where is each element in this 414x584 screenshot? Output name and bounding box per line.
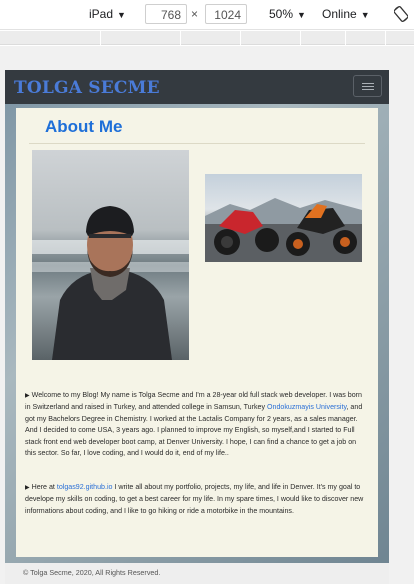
ruler-divider	[240, 31, 241, 45]
hamburger-icon	[362, 89, 374, 90]
university-link[interactable]: Ondokuzmayis University	[267, 403, 347, 411]
chevron-down-icon: ▼	[117, 10, 126, 20]
height-input[interactable]: 1024	[205, 4, 247, 24]
footer: © Tolga Secme, 2020, All Rights Reserved…	[5, 563, 389, 584]
rotate-icon[interactable]	[394, 6, 408, 22]
device-label: iPad	[89, 7, 114, 21]
dimension-separator: ×	[191, 7, 199, 21]
play-icon: ▶	[25, 393, 30, 399]
ruler-divider	[385, 31, 386, 45]
about-card: About Me ▶ Welcome to my Blog! My name i…	[16, 108, 378, 557]
device-select[interactable]: iPad ▼	[89, 7, 126, 21]
chevron-down-icon: ▼	[297, 10, 306, 20]
page-title: About Me	[45, 117, 123, 136]
github-pages-link[interactable]: tolgas92.github.io	[57, 483, 113, 491]
ruler-divider	[300, 31, 301, 45]
portrait-image	[32, 206, 189, 360]
play-icon: ▶	[25, 485, 30, 491]
zoom-label: 50%	[269, 7, 294, 21]
profile-photo	[32, 150, 189, 360]
devtools-device-toolbar: iPad ▼ 768 × 1024 50% ▼ Online ▼	[0, 0, 414, 30]
copyright-text: © Tolga Secme, 2020, All Rights Reserved…	[23, 568, 161, 577]
ruler-divider	[180, 31, 181, 45]
network-throttle-select[interactable]: Online ▼	[322, 7, 370, 21]
ruler-divider	[345, 31, 346, 45]
hamburger-icon	[362, 83, 374, 84]
width-input[interactable]: 768	[145, 4, 187, 24]
motorbike-photo	[205, 174, 362, 262]
blog-text-start: Here at	[31, 483, 57, 491]
brand-link[interactable]: TOLGA SECME	[14, 78, 160, 98]
hamburger-icon	[362, 86, 374, 87]
ruler-divider	[100, 31, 101, 45]
divider	[29, 143, 365, 144]
navbar-toggler-button[interactable]	[353, 75, 382, 97]
chevron-down-icon: ▼	[360, 10, 370, 20]
emulation-canvas: TOLGA SECME About Me ▶ Welcome to my Blo…	[0, 46, 414, 584]
motorbike-image	[205, 198, 362, 262]
intro-paragraph: ▶ Welcome to my Blog! My name is Tolga Se…	[25, 390, 369, 459]
media-query-ruler[interactable]	[0, 31, 414, 45]
zoom-select[interactable]: 50% ▼	[269, 7, 306, 21]
network-label: Online	[322, 7, 357, 21]
blog-paragraph: ▶ Here at tolgas92.github.io I write all …	[25, 482, 369, 517]
intro-text-end: , and got my Bachelors Degree in Chemist…	[25, 403, 363, 458]
navbar: TOLGA SECME	[5, 70, 389, 104]
emulated-page: TOLGA SECME About Me ▶ Welcome to my Blo…	[5, 70, 389, 584]
